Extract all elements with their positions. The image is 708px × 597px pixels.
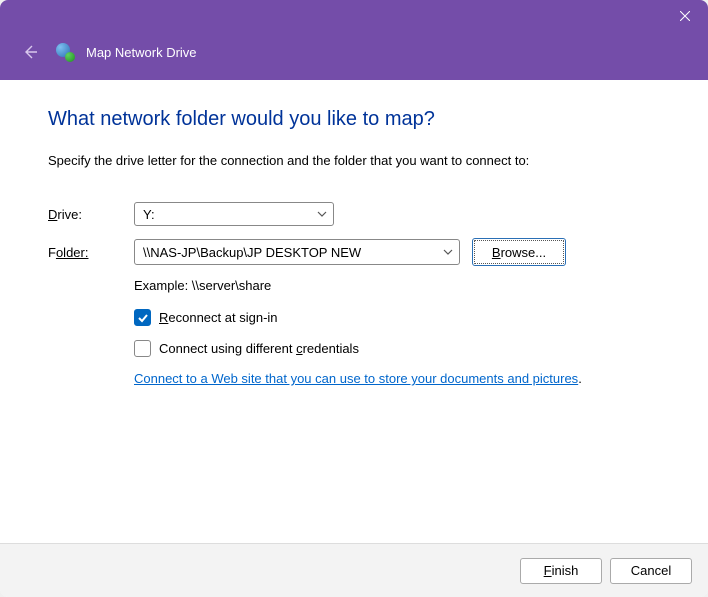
titlebar [0,0,708,32]
cancel-button[interactable]: Cancel [610,558,692,584]
dialog-title: Map Network Drive [86,45,197,60]
footer-bar: Finish Cancel [0,543,708,597]
reconnect-row: Reconnect at sign-in [134,309,666,326]
folder-combobox[interactable]: \\NAS-JP\Backup\JP DESKTOP NEW [134,239,460,265]
drive-row: Drive: Y: [48,202,666,226]
folder-row: Folder: \\NAS-JP\Backup\JP DESKTOP NEW B… [48,238,666,266]
page-heading: What network folder would you like to ma… [48,108,666,131]
credentials-checkbox[interactable] [134,340,151,357]
back-button[interactable] [16,38,44,66]
close-icon [680,11,690,21]
folder-label: Folder: [48,245,134,260]
credentials-row: Connect using different credentials [134,340,666,357]
content-area: What network folder would you like to ma… [0,80,708,543]
instruction-text: Specify the drive letter for the connect… [48,153,666,168]
example-text: Example: \\server\share [134,278,666,293]
folder-value: \\NAS-JP\Backup\JP DESKTOP NEW [143,245,361,260]
drive-select[interactable]: Y: [134,202,334,226]
browse-button[interactable]: Browse... [472,238,566,266]
reconnect-label: Reconnect at sign-in [159,310,278,325]
drive-label: Drive: [48,207,134,222]
finish-button[interactable]: Finish [520,558,602,584]
header-bar: Map Network Drive [0,32,708,80]
checkmark-icon [137,312,149,324]
credentials-label: Connect using different credentials [159,341,359,356]
chevron-down-icon [317,209,327,219]
network-drive-icon [56,43,74,61]
back-arrow-icon [22,44,38,60]
reconnect-checkbox[interactable] [134,309,151,326]
website-link-row: Connect to a Web site that you can use t… [134,371,666,386]
connect-website-link[interactable]: Connect to a Web site that you can use t… [134,371,578,386]
drive-value: Y: [143,207,155,222]
map-network-drive-dialog: Map Network Drive What network folder wo… [0,0,708,597]
chevron-down-icon [443,247,453,257]
close-button[interactable] [662,0,708,32]
